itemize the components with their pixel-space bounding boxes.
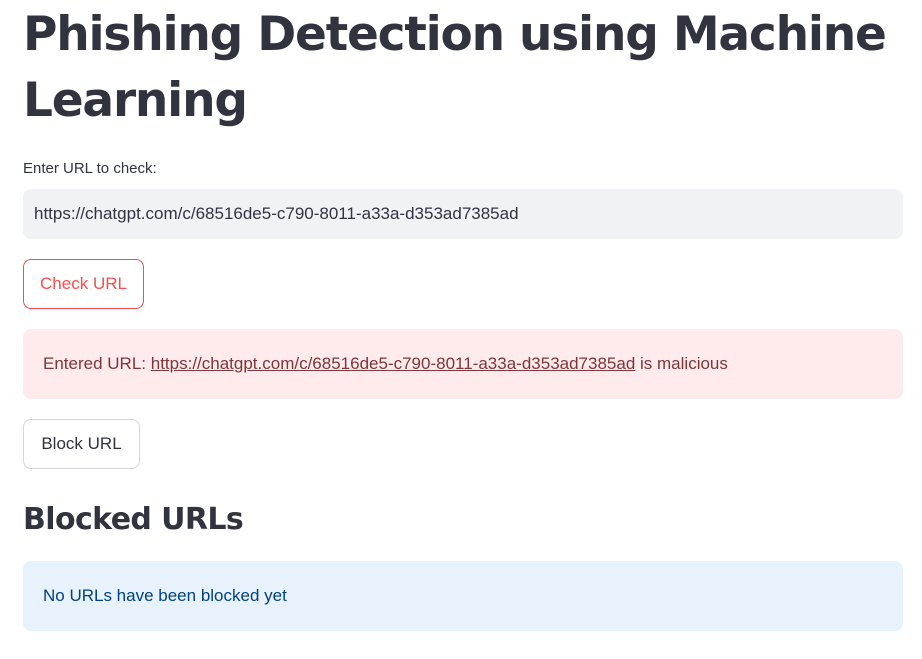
block-url-button[interactable]: Block URL	[23, 419, 140, 469]
result-alert-prefix: Entered URL:	[43, 354, 151, 373]
url-input[interactable]	[23, 189, 903, 239]
result-alert: Entered URL: https://chatgpt.com/c/68516…	[23, 329, 903, 399]
result-alert-url-link[interactable]: https://chatgpt.com/c/68516de5-c790-8011…	[151, 354, 636, 374]
check-url-button[interactable]: Check URL	[23, 259, 144, 309]
app-page: Phishing Detection using Machine Learnin…	[0, 0, 922, 659]
blocked-urls-empty-message: No URLs have been blocked yet	[23, 561, 903, 631]
blocked-urls-heading: Blocked URLs	[23, 502, 244, 537]
page-title: Phishing Detection using Machine Learnin…	[23, 7, 887, 128]
result-alert-suffix: is malicious	[635, 354, 728, 373]
url-input-label: Enter URL to check:	[23, 160, 157, 177]
